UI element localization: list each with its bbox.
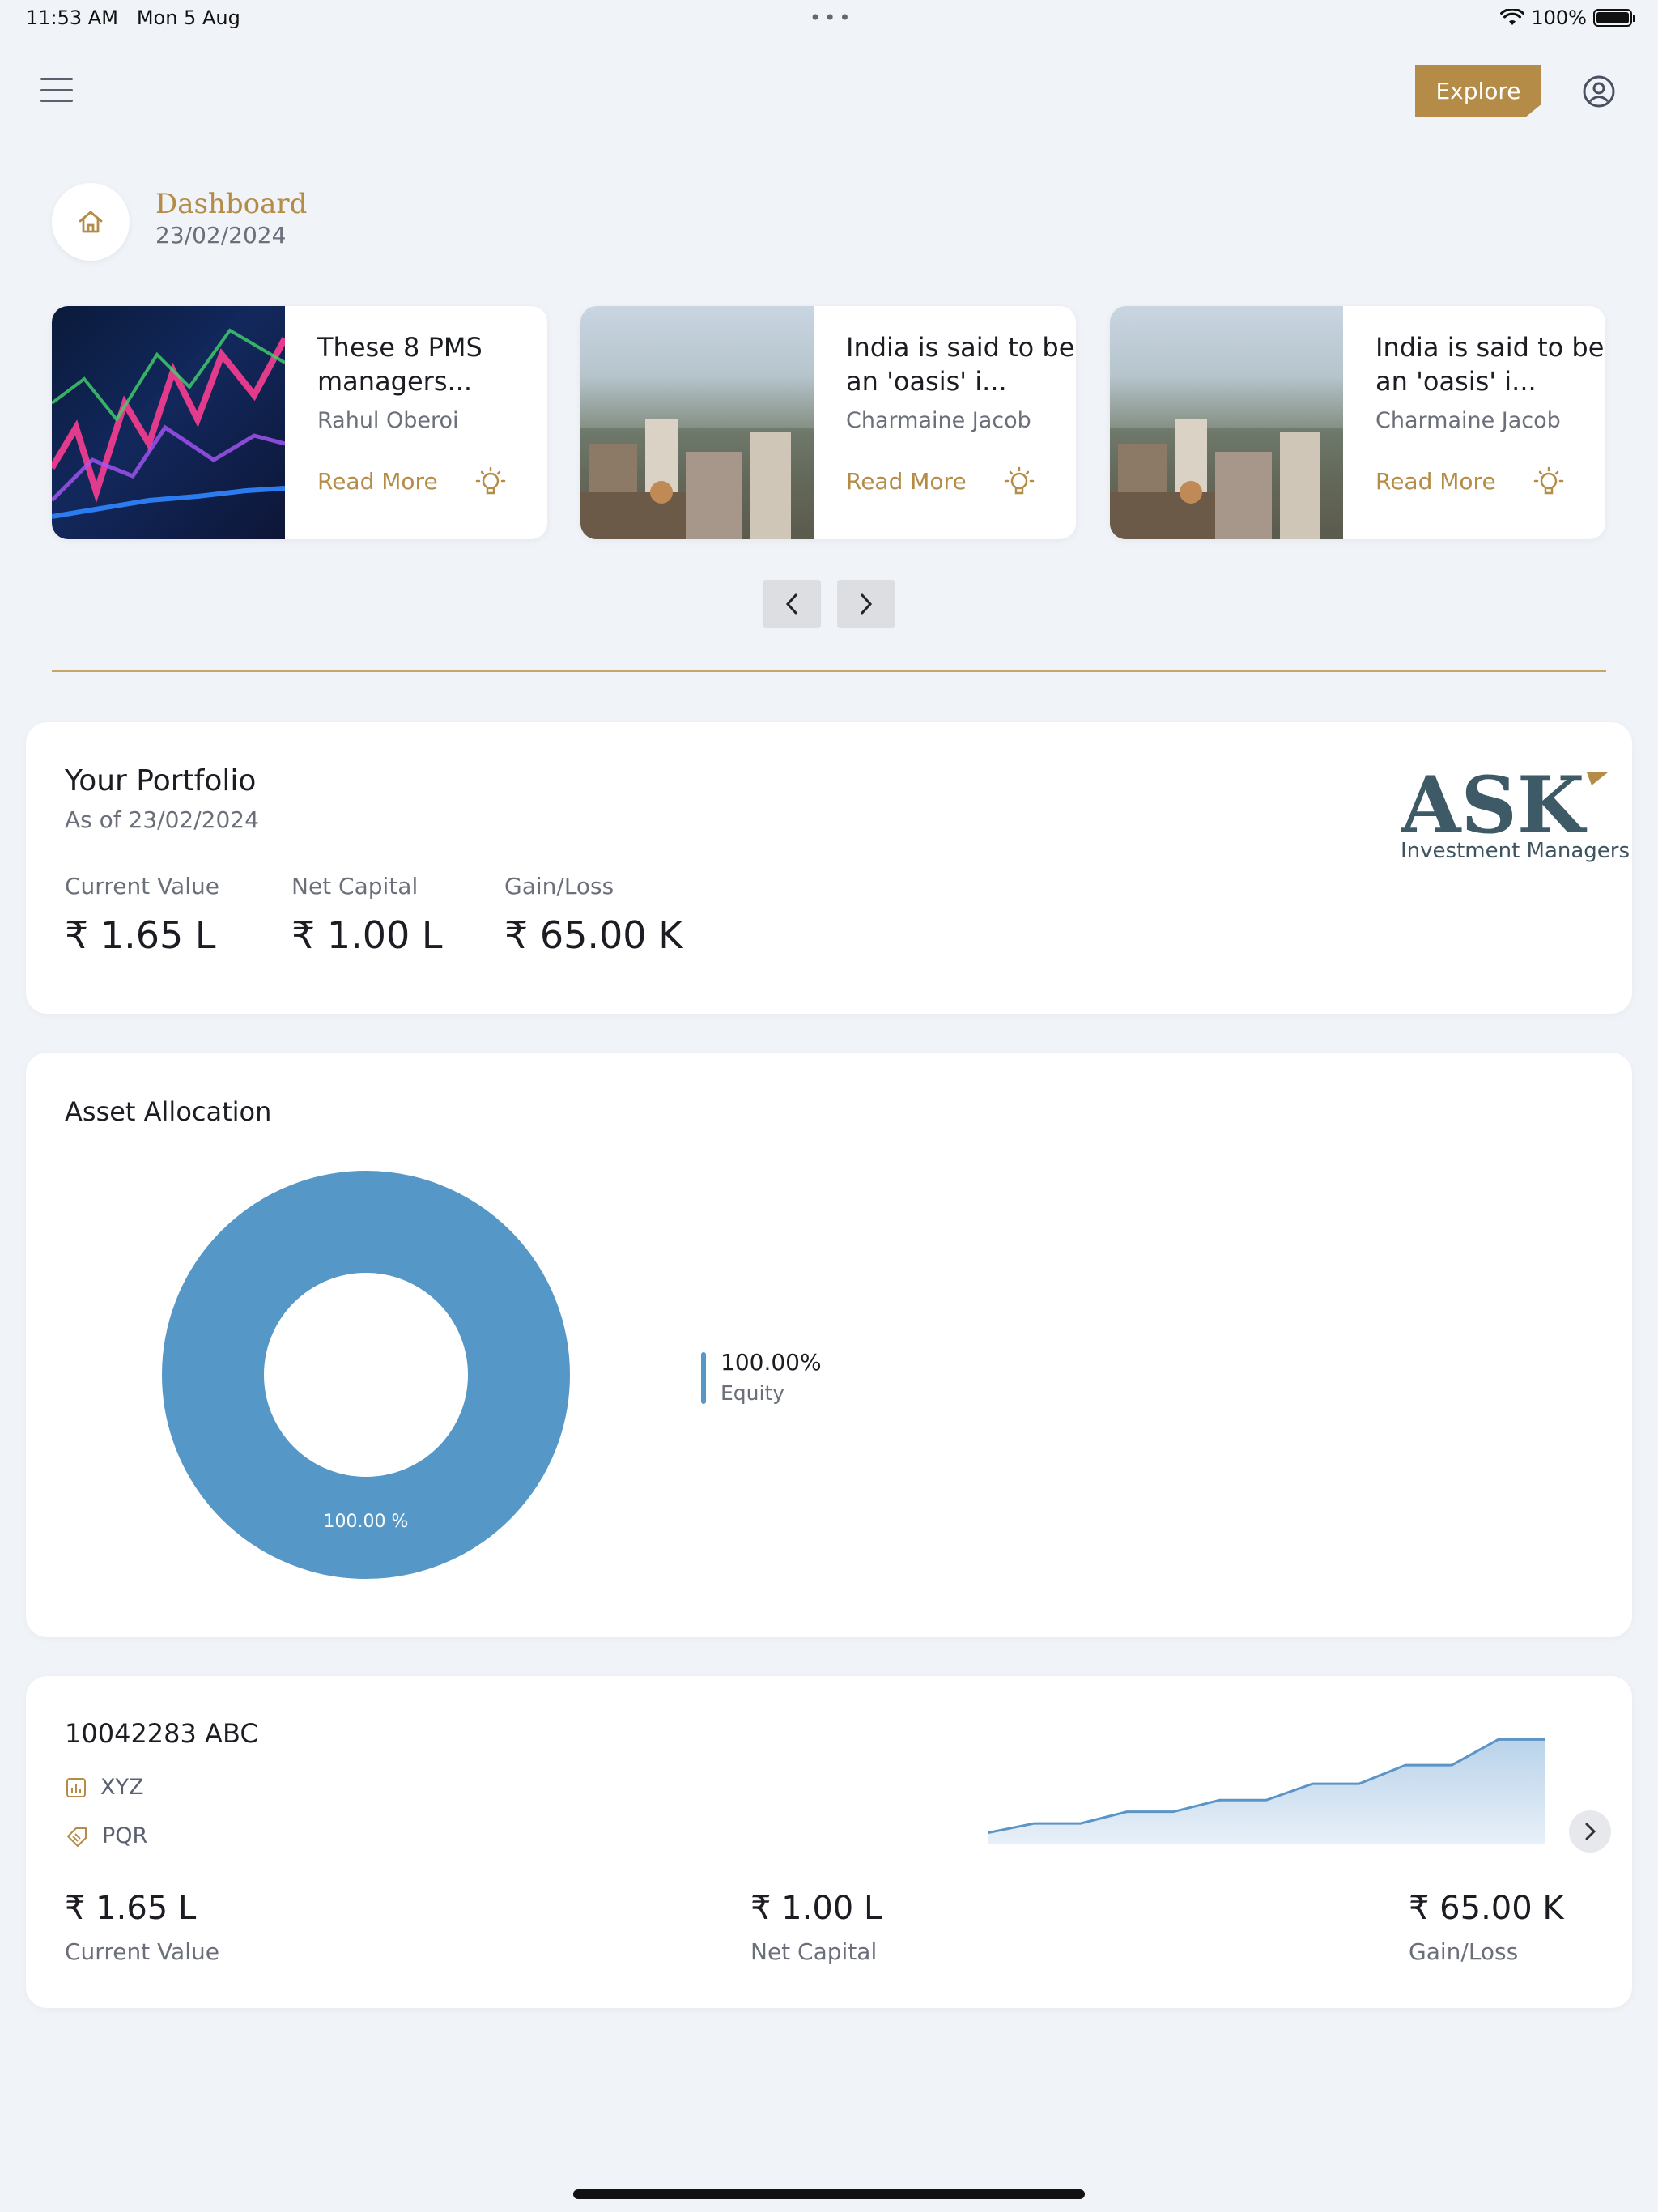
metric-label: Gain/Loss: [504, 873, 614, 900]
portfolio-card: [26, 722, 1632, 1014]
metric-label: Current Value: [65, 873, 219, 900]
news-title: India is said to be an 'oasis' i...: [1375, 332, 1605, 397]
carousel-next-button[interactable]: [837, 580, 895, 628]
user-circle-icon[interactable]: [1582, 74, 1616, 108]
account-detail-button[interactable]: [1569, 1810, 1611, 1853]
account-label: Current Value: [65, 1938, 219, 1965]
home-button[interactable]: [52, 183, 130, 261]
city-skyline-image: [580, 306, 814, 539]
news-author: Rahul Oberoi: [317, 408, 459, 433]
account-value: ₹ 65.00 K: [1409, 1890, 1564, 1927]
portfolio-as-of: As of 23/02/2024: [65, 806, 259, 833]
explore-button[interactable]: Explore: [1415, 65, 1541, 117]
account-row-label: PQR: [102, 1823, 148, 1848]
home-indicator[interactable]: [573, 2189, 1085, 2199]
sparkline-area: [988, 1739, 1545, 1844]
chevron-right-icon: [1585, 1823, 1596, 1840]
read-more-link[interactable]: Read More: [1375, 468, 1496, 495]
account-row: XYZ: [65, 1775, 144, 1800]
account-label: Net Capital: [750, 1938, 878, 1965]
news-card[interactable]: India is said to be an 'oasis' i... Char…: [580, 306, 1076, 539]
home-icon: [79, 211, 103, 233]
metric-value: ₹ 1.00 L: [291, 913, 443, 957]
account-value: ₹ 1.65 L: [65, 1890, 197, 1927]
bar-chart-icon: [66, 1777, 86, 1797]
legend-value: 100.00%: [721, 1349, 822, 1376]
read-more-link[interactable]: Read More: [846, 468, 967, 495]
slice-label: 100.00 %: [324, 1512, 409, 1532]
news-title: These 8 PMS managers...: [317, 332, 483, 397]
account-title: 10042283 ABC: [65, 1718, 258, 1749]
news-card[interactable]: These 8 PMS managers... Rahul Oberoi Rea…: [52, 306, 547, 539]
city-skyline-image: [1110, 306, 1343, 539]
news-author: Charmaine Jacob: [846, 408, 1031, 433]
portfolio-title: Your Portfolio: [65, 764, 257, 798]
chevron-right-icon: [861, 593, 873, 615]
battery-icon: [1593, 9, 1635, 27]
account-row-label: XYZ: [100, 1775, 144, 1800]
lightbulb-icon[interactable]: [473, 465, 508, 500]
read-more-link[interactable]: Read More: [317, 468, 438, 495]
account-row: PQR: [65, 1823, 147, 1848]
legend-swatch: [701, 1352, 706, 1404]
metric-value: ₹ 1.65 L: [65, 913, 216, 957]
wifi-icon: [1500, 9, 1525, 25]
page-title: Dashboard: [155, 188, 308, 220]
status-right: 100%: [1500, 6, 1635, 29]
news-author: Charmaine Jacob: [1375, 408, 1561, 433]
battery-percent: 100%: [1531, 6, 1587, 29]
account-value: ₹ 1.00 L: [750, 1890, 882, 1927]
status-time: 11:53 AM Mon 5 Aug: [26, 6, 240, 29]
allocation-title: Asset Allocation: [65, 1096, 272, 1127]
multitask-dots[interactable]: •••: [810, 6, 853, 29]
donut-slice-equity: [162, 1171, 570, 1579]
lightbulb-icon[interactable]: [1531, 465, 1567, 500]
section-divider: [52, 670, 1606, 672]
account-sparkline: [988, 1738, 1545, 1844]
account-label: Gain/Loss: [1409, 1938, 1519, 1965]
news-card[interactable]: India is said to be an 'oasis' i... Char…: [1110, 306, 1605, 539]
carousel-prev-button[interactable]: [763, 580, 821, 628]
news-title: India is said to be an 'oasis' i...: [846, 332, 1075, 397]
stock-chart-image: [52, 306, 285, 539]
metric-value: ₹ 65.00 K: [504, 913, 683, 957]
logo-subtitle: Investment Managers: [1401, 839, 1630, 863]
allocation-donut-chart[interactable]: 100.00 %: [162, 1171, 570, 1579]
legend-name: Equity: [721, 1381, 785, 1405]
page-date: 23/02/2024: [155, 222, 287, 249]
lightbulb-icon[interactable]: [1001, 465, 1037, 500]
hamburger-menu-icon[interactable]: [40, 78, 73, 102]
tag-icon: [67, 1827, 87, 1847]
metric-label: Net Capital: [291, 873, 419, 900]
chevron-left-icon: [785, 593, 797, 615]
